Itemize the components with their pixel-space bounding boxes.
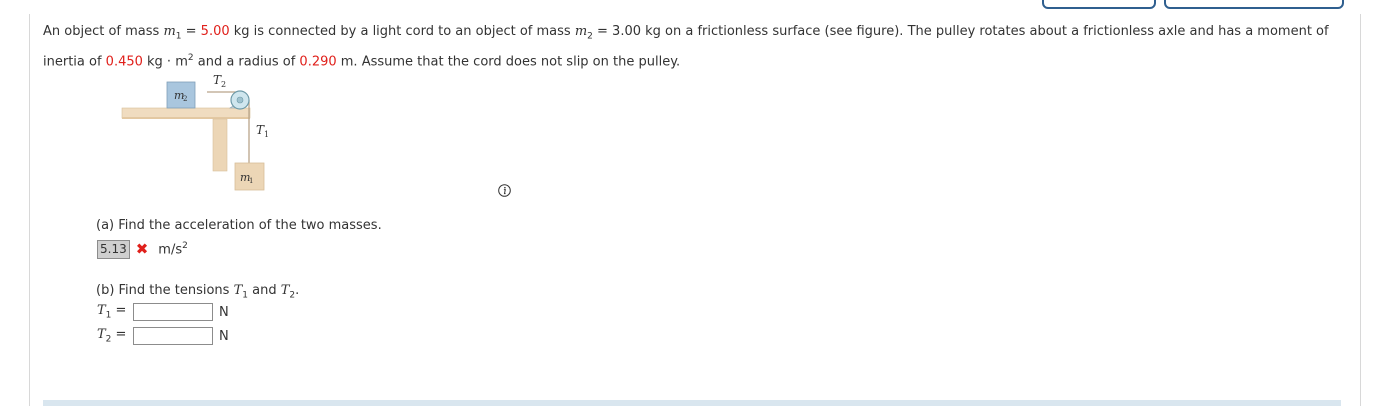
- t1-input[interactable]: [133, 303, 213, 321]
- problem-statement: An object of mass m1 = 5.00 kg is connec…: [43, 24, 1329, 69]
- t2-unit: N: [219, 328, 229, 344]
- given-m2: 3.00: [612, 24, 641, 39]
- given-inertia: 0.450: [105, 53, 143, 69]
- svg-text:1: 1: [264, 130, 269, 139]
- tension-t1-row: T1 = N: [97, 302, 229, 322]
- t1-unit: N: [219, 304, 229, 320]
- question-b: (b) Find the tensions T1 and T2.: [96, 283, 300, 301]
- info-icon[interactable]: [498, 184, 511, 197]
- panel-border-left: [29, 14, 30, 406]
- given-radius: 0.290: [299, 53, 337, 69]
- svg-text:2: 2: [221, 80, 226, 89]
- bottom-divider: [43, 400, 1341, 406]
- given-m1: 5.00: [200, 24, 230, 39]
- t1-field-label: T1 =: [97, 303, 127, 321]
- question-a: (a) Find the acceleration of the two mas…: [96, 218, 382, 233]
- answer-a-row: 5.13 ✖ m/s2: [97, 240, 188, 259]
- toolbar-button-2[interactable]: [1164, 0, 1344, 9]
- answer-a-input[interactable]: 5.13: [97, 240, 130, 259]
- toolbar-button-1[interactable]: [1042, 0, 1156, 9]
- svg-text:2: 2: [183, 95, 187, 103]
- t2-input[interactable]: [133, 327, 213, 345]
- panel-border-right: [1360, 14, 1361, 406]
- pulley-figure: m 2 T 2 T 1 m 1: [112, 68, 312, 198]
- svg-text:1: 1: [249, 177, 253, 185]
- tension-t2-row: T2 = N: [97, 326, 229, 346]
- incorrect-x-icon: ✖: [135, 240, 149, 258]
- t2-field-label: T2 =: [97, 327, 127, 345]
- answer-a-unit: m/s2: [158, 241, 188, 258]
